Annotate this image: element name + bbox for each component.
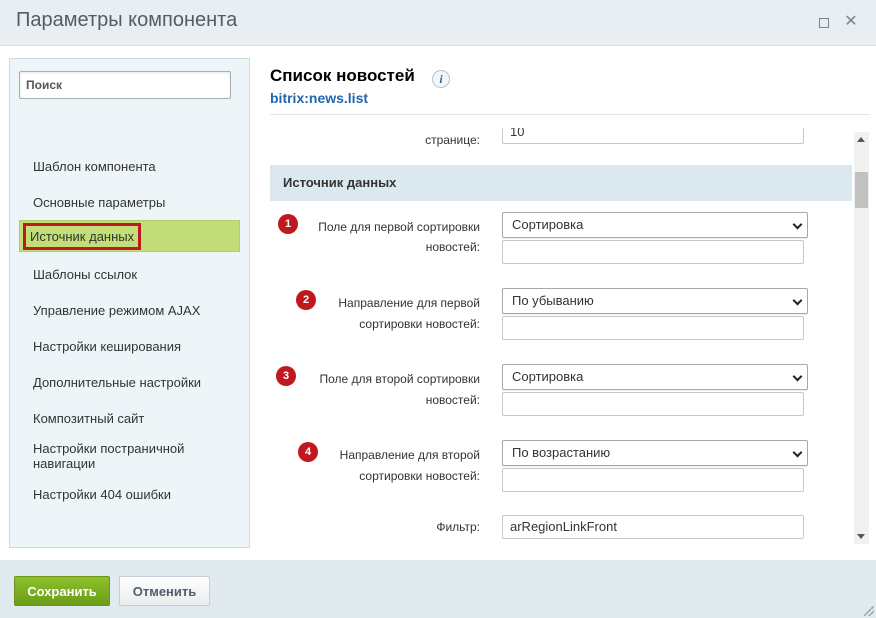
- sort-order-1-select[interactable]: По убыванию: [502, 288, 808, 314]
- sidebar-item-label: Настройки кеширования: [33, 338, 182, 354]
- sidebar-item-404-settings[interactable]: Настройки 404 ошибки: [19, 478, 240, 510]
- filter-label: Фильтр:: [436, 520, 480, 534]
- sort-order-2-custom-input[interactable]: [502, 468, 804, 492]
- sidebar-item-label: Композитный сайт: [33, 410, 145, 426]
- sort-field-1-custom-input[interactable]: [502, 240, 804, 264]
- info-icon[interactable]: i: [432, 70, 450, 88]
- chevron-down-icon: [792, 219, 803, 230]
- sidebar-item-data-source[interactable]: Источник данных: [19, 220, 240, 252]
- close-icon[interactable]: ✕: [843, 14, 859, 30]
- select-value: По возрастанию: [512, 445, 611, 460]
- sidebar-item-template[interactable]: Шаблон компонента: [19, 150, 240, 182]
- items-per-page-label: странице:: [425, 133, 480, 147]
- sidebar-item-label: Источник данных: [22, 222, 142, 250]
- sort-order-2-select[interactable]: По возрастанию: [502, 440, 808, 466]
- sidebar-item-label: Шаблон компонента: [33, 158, 156, 174]
- settings-scroll-area: странице: 10 Источник данных 1 Поле для …: [270, 128, 854, 548]
- sidebar-item-label: Дополнительные настройки: [33, 374, 202, 390]
- save-button[interactable]: Сохранить: [14, 576, 110, 606]
- scroll-down-icon[interactable]: [857, 534, 865, 539]
- sidebar-item-label: Управление режимом AJAX: [33, 302, 201, 318]
- component-code: bitrix:news.list: [270, 90, 369, 106]
- sort-order-1-custom-input[interactable]: [502, 316, 804, 340]
- component-title: Список новостей: [270, 66, 415, 85]
- items-per-page-input[interactable]: 10: [502, 128, 804, 144]
- section-header-data-source: Источник данных: [270, 165, 852, 201]
- sidebar-item-pagination-settings[interactable]: Настройки постраничной навигации: [19, 438, 199, 474]
- resize-grip-icon[interactable]: [864, 606, 874, 616]
- settings-panel: Список новостей i bitrix:news.list стран…: [270, 46, 876, 560]
- step-badge: 3: [276, 366, 296, 386]
- select-value: Сортировка: [512, 369, 584, 384]
- sort-field-2-select[interactable]: Сортировка: [502, 364, 808, 390]
- cancel-button[interactable]: Отменить: [119, 576, 210, 606]
- chevron-down-icon: [792, 371, 803, 382]
- sort-order-2-label-line1: Направление для второй: [339, 448, 480, 462]
- sidebar-item-cache-settings[interactable]: Настройки кеширования: [19, 330, 240, 362]
- sidebar-item-url-templates[interactable]: Шаблоны ссылок: [19, 258, 240, 290]
- sort-field-1-label-line2: новостей:: [425, 240, 480, 254]
- sidebar-item-ajax-mode[interactable]: Управление режимом AJAX: [19, 294, 240, 326]
- divider: [270, 114, 870, 115]
- search-input[interactable]: [19, 71, 231, 99]
- filter-input[interactable]: arRegionLinkFront: [502, 515, 804, 539]
- sort-field-2-label-line2: новостей:: [425, 393, 480, 407]
- sidebar-item-label: Основные параметры: [33, 194, 166, 210]
- scroll-thumb[interactable]: [855, 172, 868, 208]
- step-badge: 2: [296, 290, 316, 310]
- step-badge: 4: [298, 442, 318, 462]
- dialog-footer: Сохранить Отменить: [0, 560, 876, 618]
- maximize-icon[interactable]: [815, 14, 831, 30]
- sidebar-item-label: Настройки 404 ошибки: [33, 486, 171, 502]
- sidebar-item-basic-params[interactable]: Основные параметры: [19, 186, 240, 218]
- sidebar-item-label: Настройки постраничной навигации: [33, 441, 185, 471]
- sort-order-2-label-line2: сортировки новостей:: [359, 469, 480, 483]
- sort-field-1-select[interactable]: Сортировка: [502, 212, 808, 238]
- vertical-scrollbar[interactable]: [854, 132, 869, 544]
- dialog-content: Шаблон компонента Основные параметры Ист…: [0, 46, 876, 560]
- dialog-title: Параметры компонента: [16, 9, 238, 31]
- select-value: По убыванию: [512, 293, 594, 308]
- sidebar-item-additional-settings[interactable]: Дополнительные настройки: [19, 366, 240, 398]
- chevron-down-icon: [792, 447, 803, 458]
- sort-order-1-label-line2: сортировки новостей:: [359, 317, 480, 331]
- scroll-up-icon[interactable]: [857, 137, 865, 142]
- dialog-titlebar: Параметры компонента ✕: [0, 0, 876, 46]
- sort-field-2-custom-input[interactable]: [502, 392, 804, 416]
- sort-order-1-label-line1: Направление для первой: [338, 296, 480, 310]
- chevron-down-icon: [792, 295, 803, 306]
- sidebar-item-composite-site[interactable]: Композитный сайт: [19, 402, 240, 434]
- sort-field-1-label-line1: Поле для первой сортировки: [318, 220, 480, 234]
- sidebar-item-label: Шаблоны ссылок: [33, 266, 138, 282]
- sort-field-2-label-line1: Поле для второй сортировки: [319, 372, 480, 386]
- step-badge: 1: [278, 214, 298, 234]
- select-value: Сортировка: [512, 217, 584, 232]
- sidebar: Шаблон компонента Основные параметры Ист…: [9, 58, 250, 548]
